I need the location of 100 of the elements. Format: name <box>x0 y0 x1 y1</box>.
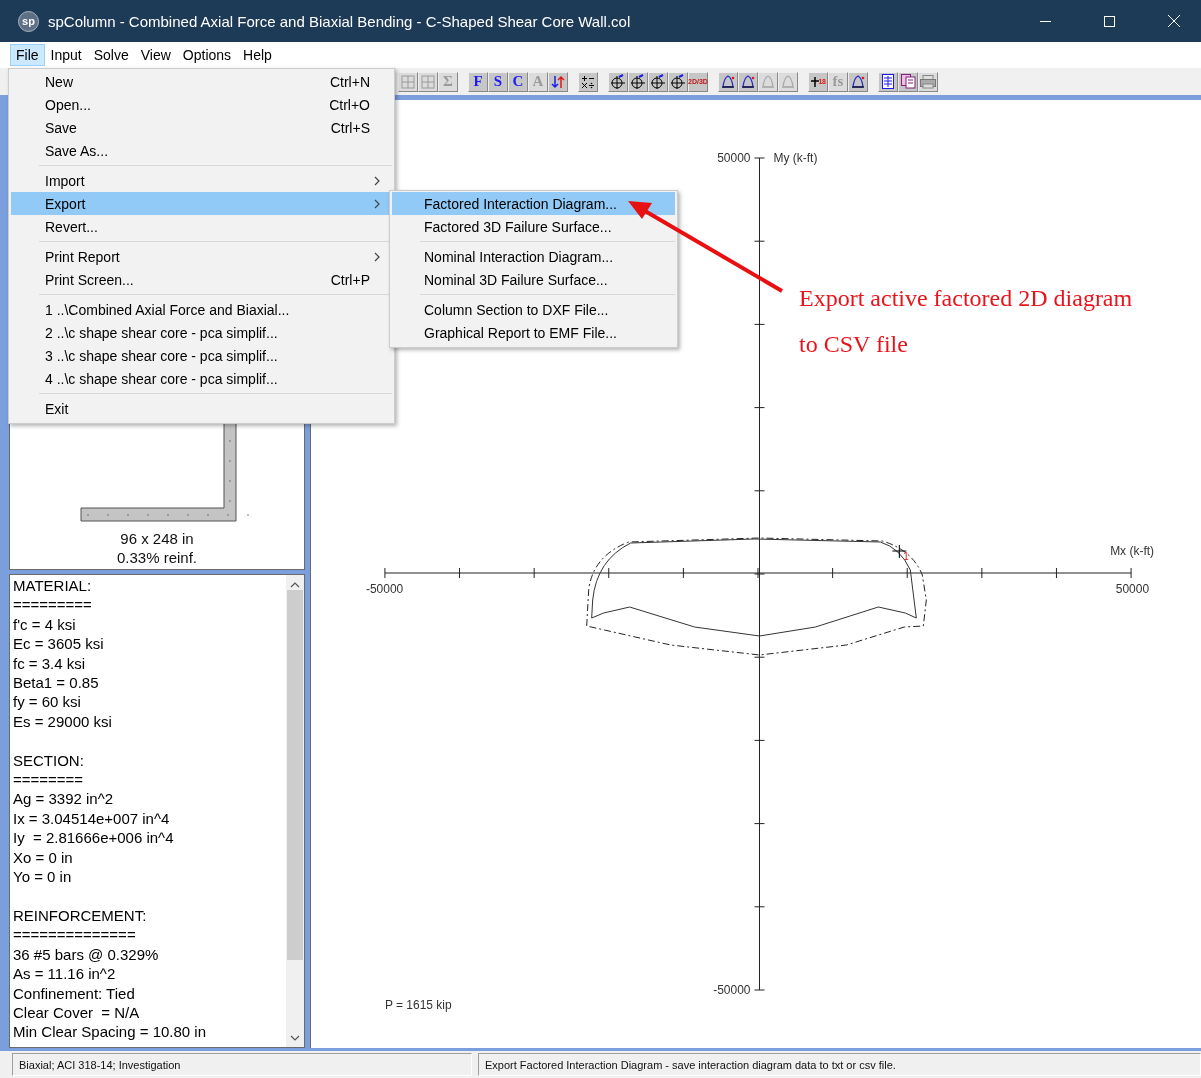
report-rule: ========= <box>13 595 93 615</box>
section-axes-icon <box>670 73 686 90</box>
chevron-down-icon[interactable] <box>290 1035 300 1041</box>
status-text: Biaxial; ACI 318-14; Investigation <box>12 1053 472 1076</box>
scrollbar-thumb[interactable] <box>287 590 303 960</box>
menu-item[interactable]: 1 ..\Combined Axial Force and Biaxial... <box>11 298 392 321</box>
report-heading: SECTION: <box>13 750 85 771</box>
menu-title[interactable]: Help <box>237 44 278 66</box>
tick-label: -50000 <box>713 983 751 997</box>
report-line: Ag = 3392 in^2 <box>13 789 115 809</box>
report-heading: MATERIAL: <box>13 576 93 596</box>
section-axes-icon <box>630 73 646 90</box>
plus-icon <box>810 76 819 87</box>
menu-item[interactable]: Column Section to DXF File... <box>392 298 675 321</box>
bell-icon <box>740 73 756 90</box>
report-line: fc = 3.4 ksi <box>13 653 87 674</box>
menu-item[interactable]: 3 ..\c shape shear core - pca simplif... <box>11 344 392 367</box>
bell-icon <box>780 73 796 90</box>
toolbar-button[interactable] <box>578 71 598 92</box>
table-icon <box>401 74 415 89</box>
toolbar-button[interactable] <box>898 71 918 92</box>
bell-icon <box>760 73 776 90</box>
printer-icon <box>920 74 936 89</box>
report-icon <box>900 74 916 89</box>
toolbar-button[interactable] <box>608 71 628 92</box>
arrows-icon <box>551 74 565 89</box>
menu-item[interactable]: Save As... <box>11 139 392 162</box>
app-logo: sp <box>18 10 39 32</box>
toolbar-button[interactable] <box>718 71 738 92</box>
toolbar-button[interactable]: S <box>488 71 508 92</box>
report-line: Es = 29000 ksi <box>13 711 113 732</box>
tick-label: 50000 <box>717 151 751 165</box>
menu-item[interactable]: Import <box>11 169 392 192</box>
menu-title[interactable]: Solve <box>87 44 135 66</box>
section-axes-icon <box>650 73 666 90</box>
report-line: Clear Cover = N/A <box>13 1002 141 1023</box>
tick-label: -50000 <box>365 582 404 596</box>
menu-title[interactable]: Input <box>44 44 88 66</box>
report-line: Ix = 3.04514e+007 in^4 <box>13 808 171 829</box>
document-icon <box>882 74 894 89</box>
load-point-label: 1 <box>903 551 909 562</box>
axis-label: My (k-ft) <box>773 151 818 165</box>
menu-item[interactable]: Nominal 3D Failure Surface... <box>392 268 675 291</box>
load-point-marker <box>891 544 907 559</box>
menu-item[interactable]: Factored Interaction Diagram... <box>392 192 675 215</box>
load-label: P = 1615 kip <box>384 998 452 1012</box>
menu-title[interactable]: Options <box>176 44 238 66</box>
report-line: Xo = 0 in <box>13 847 74 868</box>
annotation-text: Export active factored 2D diagram to CSV file <box>799 284 1133 359</box>
section-dimensions: 96 x 248 in <box>120 529 194 548</box>
report-line: Yo = 0 in <box>13 867 73 887</box>
menu-item[interactable]: 2 ..\c shape shear core - pca simplif... <box>11 321 392 344</box>
window-title: spColumn - Combined Axial Force and Biaxial Bending - C-Shaped Shear Core Wall.col <box>48 12 632 30</box>
scrollbar[interactable] <box>286 575 304 1047</box>
bell-icon <box>850 73 866 90</box>
tick-label: 50000 <box>1115 582 1150 596</box>
report-line: f'c = 4 ksi <box>13 614 77 635</box>
menu-item[interactable]: Save Ctrl+S <box>11 116 392 139</box>
report-line: Beta1 = 0.85 <box>13 673 100 693</box>
report-line: Ec = 3605 ksi <box>13 634 105 654</box>
status-text: Export Factored Interaction Diagram - save interaction diagram data to txt or csv file. <box>478 1053 1201 1076</box>
report-heading: REINFORCEMENT: <box>13 905 148 926</box>
chevron-up-icon[interactable] <box>290 582 300 588</box>
menu-item[interactable]: Graphical Report to EMF File... <box>392 321 675 344</box>
toolbar-button[interactable] <box>628 71 648 92</box>
axis-label: Mx (k-ft) <box>1110 544 1155 558</box>
menu-item[interactable]: Print Report <box>11 245 392 268</box>
minimize-icon <box>1040 20 1051 22</box>
menu-item[interactable]: Nominal Interaction Diagram... <box>392 245 675 268</box>
menu-item[interactable]: Open... Ctrl+O <box>11 93 392 116</box>
toolbar-button[interactable]: C <box>508 71 528 92</box>
menu-item[interactable]: Factored 3D Failure Surface... <box>392 215 675 238</box>
menu-item[interactable]: 4 ..\c shape shear core - pca simplif... <box>11 367 392 390</box>
menu-title[interactable]: View <box>134 44 177 66</box>
report-line: Iy = 2.81666e+006 in^4 <box>13 828 175 848</box>
menu-item[interactable]: Revert... <box>11 215 392 238</box>
report-rule: ======== <box>13 770 85 790</box>
toolbar-button[interactable] <box>648 71 668 92</box>
report-line: fy = 60 ksi <box>13 692 82 712</box>
toolbar-button[interactable] <box>878 71 898 92</box>
section-axes-icon <box>610 73 626 90</box>
menu-item[interactable]: Print Screen... Ctrl+P <box>11 268 392 291</box>
menu-item[interactable]: Export <box>11 192 392 215</box>
toolbar-button[interactable]: F <box>468 71 488 92</box>
operators-icon <box>581 74 595 89</box>
toolbar-button[interactable] <box>848 71 868 92</box>
reinforcement-ratio: 0.33% reinf. <box>116 548 197 567</box>
menu-title[interactable]: File <box>10 44 45 66</box>
toolbar-button[interactable] <box>738 71 758 92</box>
bell-icon <box>720 73 736 90</box>
menu-item[interactable]: Exit <box>11 397 392 420</box>
report-line: Confinement: Tied <box>13 983 136 1003</box>
maximize-icon <box>1104 15 1115 27</box>
close-icon <box>1167 15 1180 27</box>
report-rule: ============== <box>13 925 137 945</box>
table-icon <box>421 74 435 89</box>
report-line: Min Clear Spacing = 10.80 in <box>13 1022 208 1042</box>
menu-item[interactable]: New Ctrl+N <box>11 70 392 93</box>
report-line: 36 #5 bars @ 0.329% <box>13 944 160 965</box>
toolbar-button[interactable] <box>668 71 688 92</box>
